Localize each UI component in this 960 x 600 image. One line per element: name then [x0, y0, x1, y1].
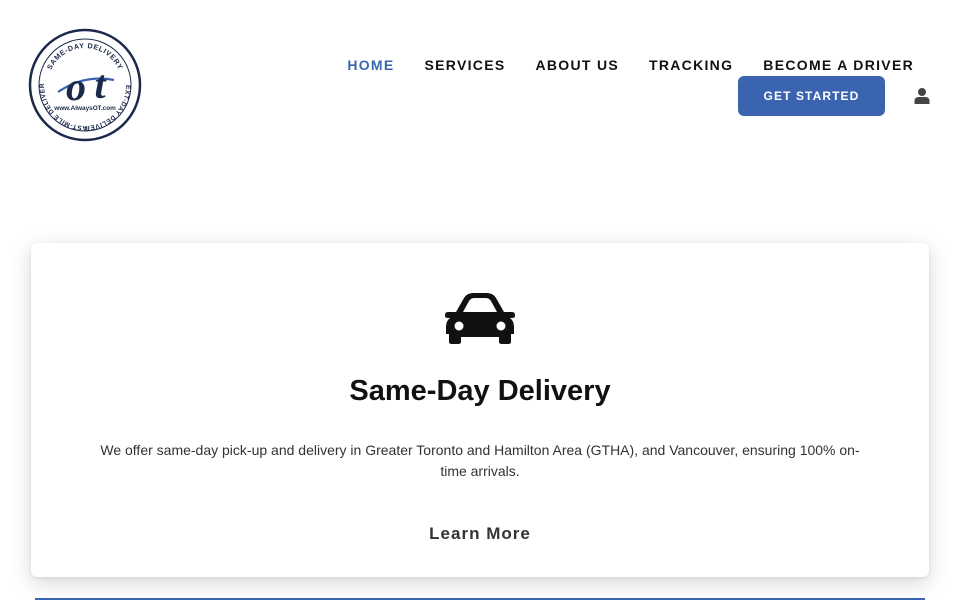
- nav-item-become-a-driver[interactable]: BECOME A DRIVER: [763, 56, 914, 74]
- nav-item-home[interactable]: HOME: [347, 56, 394, 74]
- user-icon[interactable]: [912, 86, 932, 106]
- main-nav: HOME SERVICES ABOUT US TRACKING BECOME A…: [347, 56, 914, 74]
- card-description: We offer same-day pick-up and delivery i…: [100, 442, 860, 479]
- car-icon: [444, 290, 516, 346]
- nav-item-tracking[interactable]: TRACKING: [649, 56, 733, 74]
- get-started-button[interactable]: GET STARTED: [738, 76, 885, 116]
- logo-website: www.AlwaysOT.com: [53, 105, 116, 112]
- card-title: Same-Day Delivery: [349, 375, 611, 407]
- logo-badge: SAME-DAY DELIVERY NEXT-DAY DELIVERY LAST…: [28, 28, 142, 142]
- logo-mark-o: o: [66, 64, 86, 109]
- logo-mark-t: t: [94, 62, 107, 107]
- page: SAME-DAY DELIVERY NEXT-DAY DELIVERY LAST…: [0, 0, 960, 600]
- learn-more-link[interactable]: Learn More: [31, 523, 929, 545]
- nav-item-about-us[interactable]: ABOUT US: [535, 56, 619, 74]
- nav-item-services[interactable]: SERVICES: [425, 56, 506, 74]
- service-card: Same-Day Delivery We offer same-day pick…: [31, 243, 929, 577]
- site-logo[interactable]: SAME-DAY DELIVERY NEXT-DAY DELIVERY LAST…: [28, 28, 142, 142]
